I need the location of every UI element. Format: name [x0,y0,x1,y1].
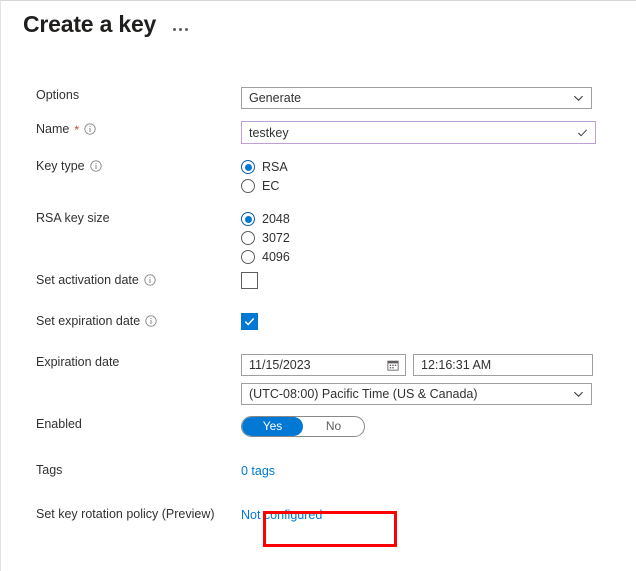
radio-key-size-4096[interactable]: 4096 [241,248,636,266]
expiration-date-field-cell: 11/15/2023 12:16:31 AM (UTC-08:00) Pacif… [241,354,636,405]
field-row-expiration-date: Expiration date 11/15/2023 12:16:31 AM (… [1,354,636,416]
radio-label: EC [262,179,280,193]
expiration-time-input[interactable]: 12:16:31 AM [413,354,593,376]
radio-mark [241,179,255,193]
field-row-name: Name * testkey [1,121,636,158]
options-label-cell: Options [1,87,241,103]
info-icon[interactable] [84,123,96,135]
radio-key-type-rsa[interactable]: RSA [241,158,636,176]
timezone-select[interactable]: (UTC-08:00) Pacific Time (US & Canada) [241,383,592,405]
checkbox-set-activation-date[interactable] [241,272,258,289]
checkbox-set-expiration-date[interactable] [241,313,258,330]
expiration-date-label: Expiration date [36,355,120,369]
checkmark-icon [577,127,588,138]
key-type-label-cell: Key type [1,158,241,174]
page-title: Create a key [23,11,157,37]
rotation-policy-label: Set key rotation policy (Preview) [36,507,215,521]
radio-label: 2048 [262,212,290,226]
field-row-tags: Tags 0 tags [1,462,636,506]
radio-label: 4096 [262,250,290,264]
field-row-set-expiration-date: Set expiration date [1,313,636,354]
enabled-label-cell: Enabled [1,416,241,432]
radio-key-size-3072[interactable]: 3072 [241,229,636,247]
tags-link[interactable]: 0 tags [241,463,275,479]
timezone-selected-value: (UTC-08:00) Pacific Time (US & Canada) [249,387,478,401]
radio-mark [241,250,255,264]
expiration-date-inputs: 11/15/2023 12:16:31 AM [241,354,636,376]
expiration-date-value: 11/15/2023 [249,358,311,372]
expiration-date-input[interactable]: 11/15/2023 [241,354,406,376]
field-row-enabled: Enabled Yes No [1,416,636,462]
enabled-label: Enabled [36,417,82,431]
more-options-icon[interactable] [170,22,191,33]
name-field-cell: testkey [241,121,636,144]
field-row-set-activation-date: Set activation date [1,272,636,313]
set-activation-date-label: Set activation date [36,273,139,287]
rsa-key-size-label: RSA key size [36,211,110,225]
radio-label: RSA [262,160,288,174]
field-row-rsa-key-size: RSA key size 2048 3072 4096 [1,210,636,272]
chevron-down-icon [573,93,584,104]
field-row-key-type: Key type RSA EC [1,158,636,210]
expiration-date-label-cell: Expiration date [1,354,241,370]
set-expiration-date-label-cell: Set expiration date [1,313,241,329]
rsa-key-size-label-cell: RSA key size [1,210,241,226]
create-key-panel: Create a key Options Generate Name * tes… [0,0,636,571]
field-row-rotation-policy: Set key rotation policy (Preview) Not co… [1,506,636,546]
key-type-label: Key type [36,159,85,173]
options-field-cell: Generate [241,87,636,109]
set-activation-date-label-cell: Set activation date [1,272,241,288]
rsa-key-size-radio-group: 2048 3072 4096 [241,210,636,266]
info-icon[interactable] [144,274,156,286]
rsa-key-size-field-cell: 2048 3072 4096 [241,210,636,267]
create-key-form: Options Generate Name * testkey Key type… [1,87,636,546]
set-expiration-date-label: Set expiration date [36,314,141,328]
info-icon[interactable] [145,315,157,327]
required-asterisk: * [74,123,80,137]
options-label: Options [36,88,80,102]
tags-label-cell: Tags [1,462,241,478]
radio-mark [241,160,255,174]
radio-key-type-ec[interactable]: EC [241,177,636,195]
rotation-policy-link[interactable]: Not configured [241,507,322,523]
panel-header: Create a key [23,9,191,39]
key-type-field-cell: RSA EC [241,158,636,196]
enabled-toggle[interactable]: Yes No [241,416,365,437]
key-type-radio-group: RSA EC [241,158,636,195]
enabled-toggle-yes[interactable]: Yes [242,417,303,436]
enabled-field-cell: Yes No [241,416,636,437]
set-activation-date-field-cell [241,272,636,289]
name-label: Name [36,122,70,136]
radio-mark [241,212,255,226]
chevron-down-icon [573,389,584,400]
enabled-toggle-no[interactable]: No [303,417,364,436]
tags-label: Tags [36,463,63,477]
name-input[interactable]: testkey [241,121,596,144]
radio-mark [241,231,255,245]
options-selected-value: Generate [249,91,302,105]
rotation-policy-label-cell: Set key rotation policy (Preview) [1,506,241,522]
set-expiration-date-field-cell [241,313,636,330]
radio-key-size-2048[interactable]: 2048 [241,210,636,228]
name-input-value: testkey [249,125,289,140]
options-select[interactable]: Generate [241,87,592,109]
tags-field-cell: 0 tags [241,462,636,480]
expiration-time-value: 12:16:31 AM [421,358,492,372]
name-label-cell: Name * [1,121,241,137]
radio-label: 3072 [262,231,290,245]
calendar-icon[interactable] [387,359,399,371]
field-row-options: Options Generate [1,87,636,121]
info-icon[interactable] [89,160,102,172]
rotation-policy-field-cell: Not configured [241,506,636,524]
